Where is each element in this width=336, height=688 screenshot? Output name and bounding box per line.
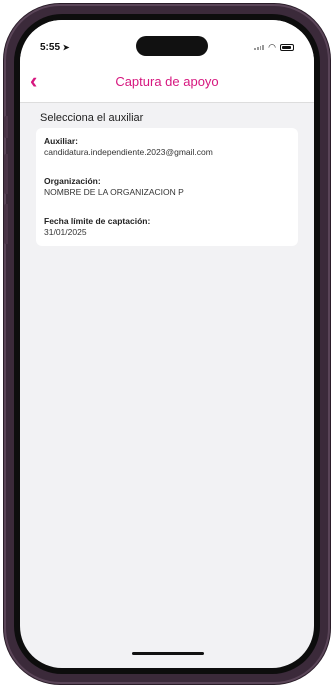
navigation-bar: ‹ Captura de apoyo bbox=[20, 64, 314, 103]
organizacion-value: NOMBRE DE LA ORGANIZACION P bbox=[44, 187, 184, 197]
home-indicator[interactable] bbox=[132, 652, 204, 655]
status-bar: 5:55 ➤ ◠ bbox=[20, 20, 314, 64]
auxiliar-email: candidatura.independiente.2023@gmail.com bbox=[44, 147, 213, 157]
status-time: 5:55 ➤ bbox=[40, 42, 70, 53]
auxiliar-field: Auxiliar: candidatura.independiente.2023… bbox=[44, 136, 213, 158]
battery-icon bbox=[280, 43, 294, 51]
auxiliar-card[interactable]: Auxiliar: candidatura.independiente.2023… bbox=[36, 128, 298, 246]
status-icons: ◠ bbox=[254, 42, 294, 52]
app-screen: 5:55 ➤ ◠ ‹ Captura de apoyo Selecciona e… bbox=[20, 20, 314, 668]
signal-icon bbox=[254, 44, 265, 50]
section-title: Selecciona el auxiliar bbox=[40, 112, 144, 124]
device-frame: 5:55 ➤ ◠ ‹ Captura de apoyo Selecciona e… bbox=[4, 4, 330, 684]
action-button bbox=[4, 116, 8, 138]
fecha-limite-field: Fecha límite de captación: 31/01/2025 bbox=[44, 216, 150, 238]
fecha-limite-label: Fecha límite de captación: bbox=[44, 216, 151, 226]
fecha-limite-value: 31/01/2025 bbox=[44, 227, 87, 237]
volume-up-button bbox=[4, 154, 8, 194]
organizacion-label: Organización: bbox=[44, 176, 101, 186]
location-arrow-icon: ➤ bbox=[62, 43, 70, 52]
auxiliar-label: Auxiliar: bbox=[44, 136, 79, 146]
organizacion-field: Organización: NOMBRE DE LA ORGANIZACION … bbox=[44, 176, 184, 198]
wifi-icon: ◠ bbox=[268, 42, 276, 52]
page-title: Captura de apoyo bbox=[115, 74, 219, 89]
dynamic-island bbox=[136, 36, 208, 56]
volume-down-button bbox=[4, 204, 8, 244]
